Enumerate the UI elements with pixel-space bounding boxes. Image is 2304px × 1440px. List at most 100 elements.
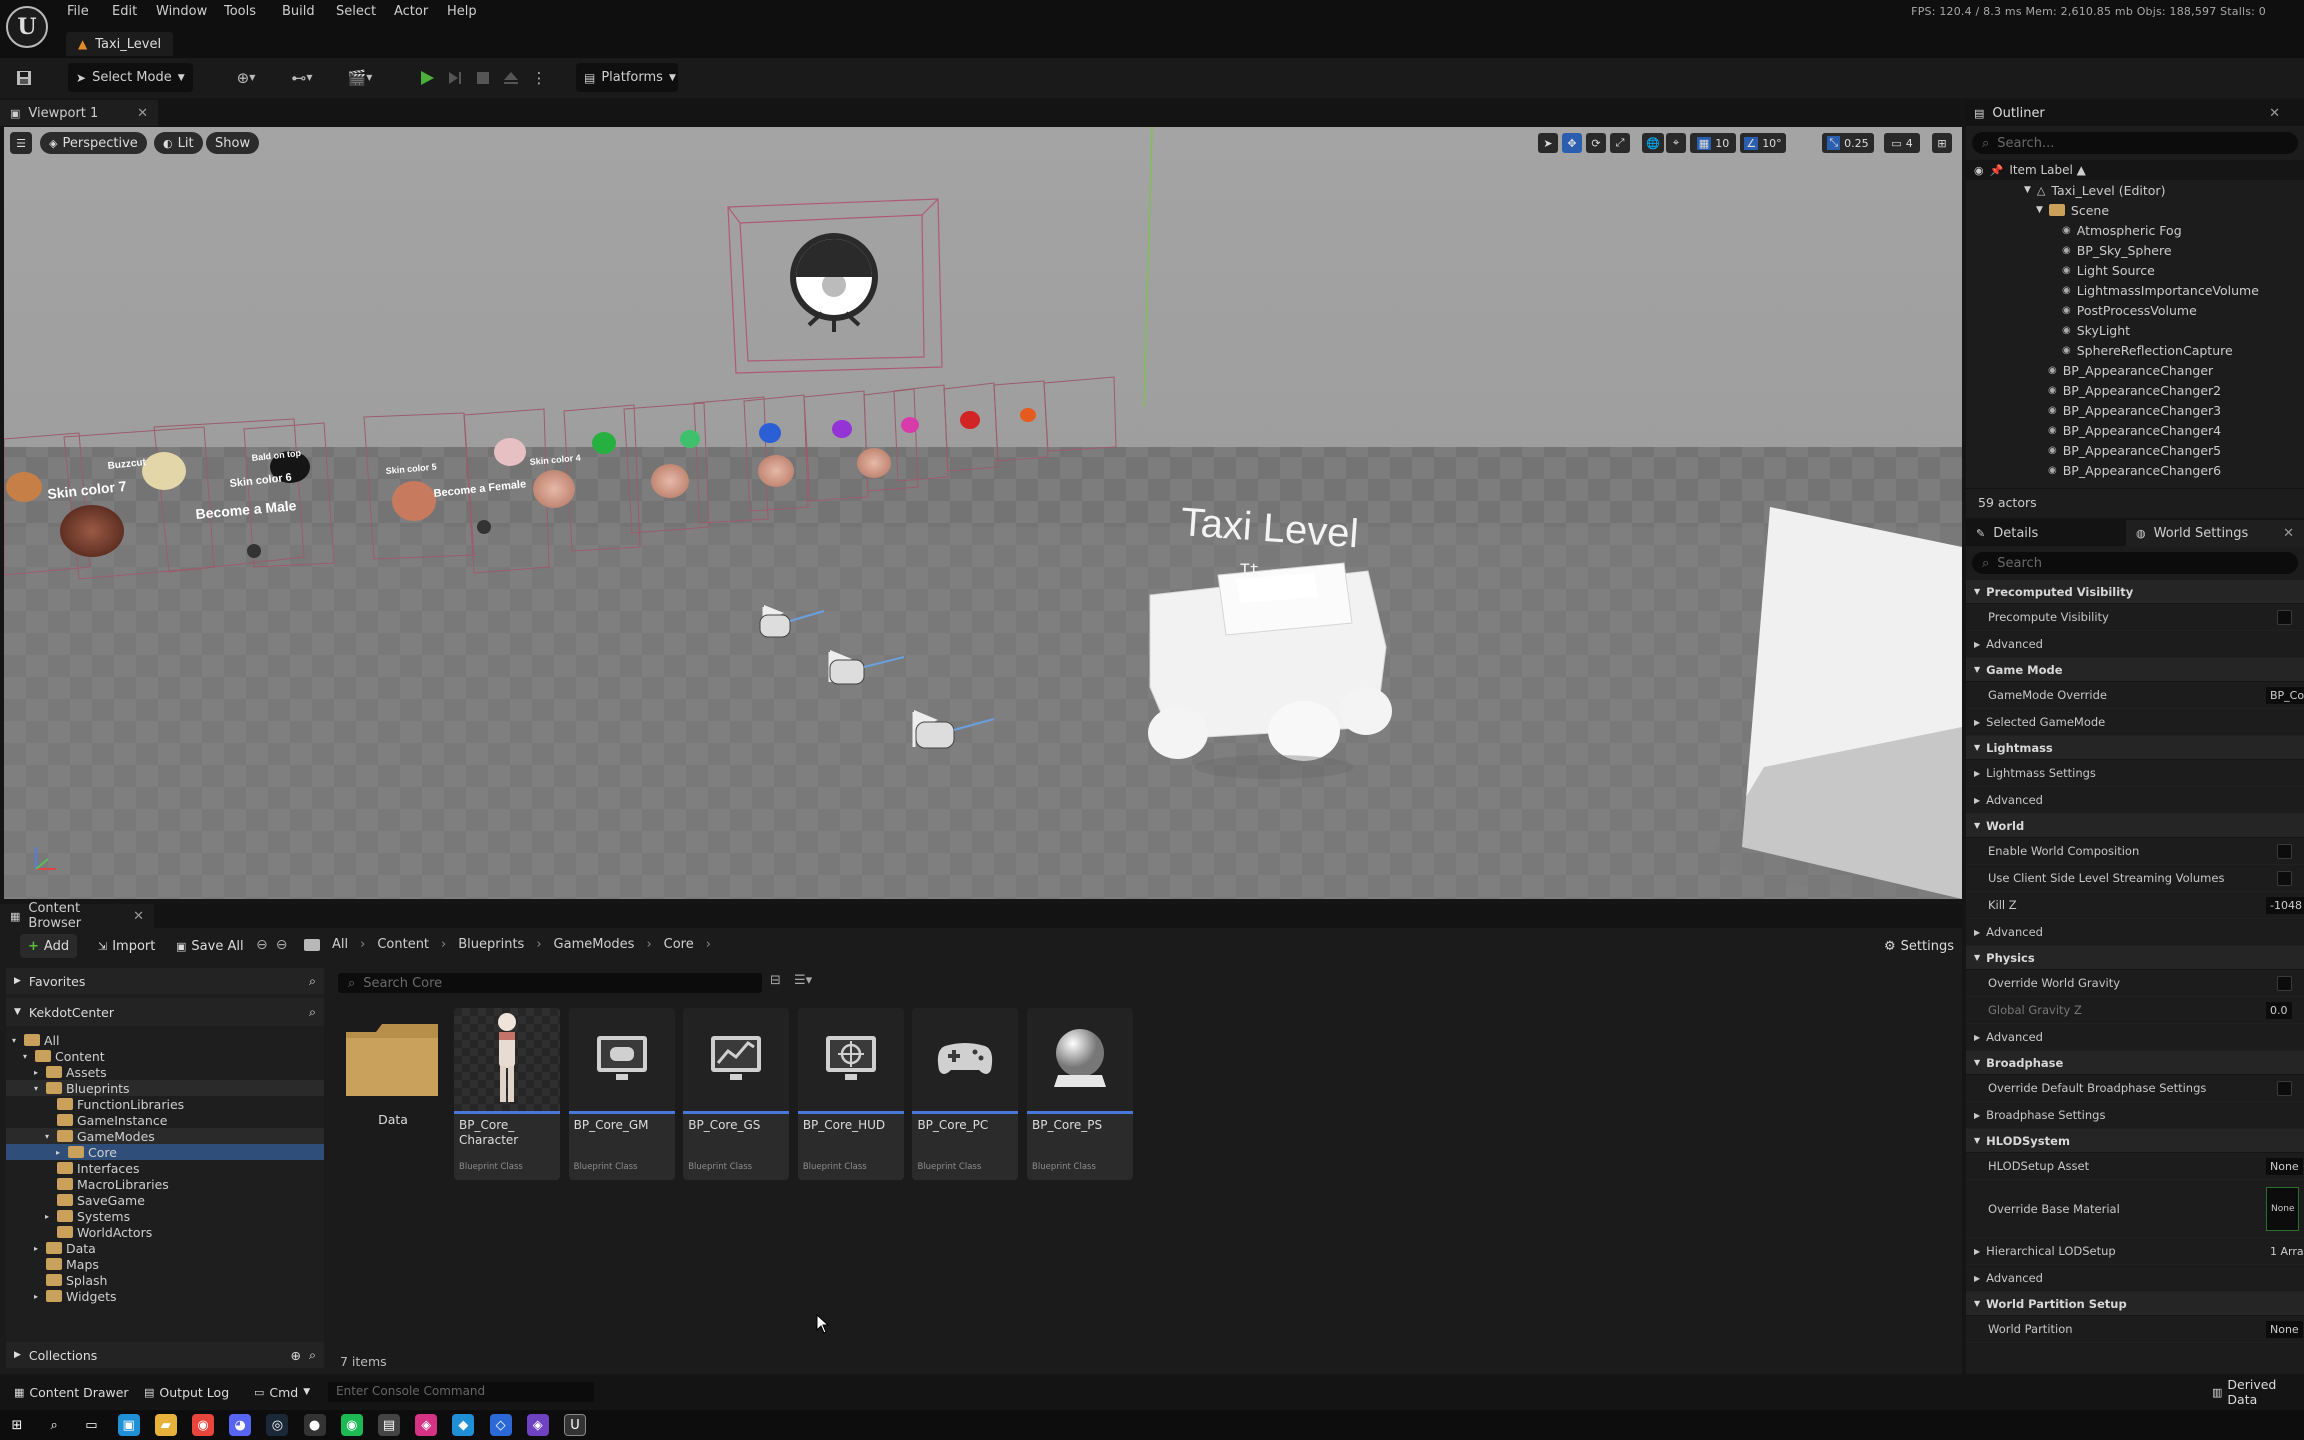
github-icon[interactable]: ●: [303, 1414, 326, 1436]
close-icon[interactable]: ✕: [2283, 526, 2294, 541]
breadcrumb-item[interactable]: Core: [664, 937, 694, 952]
save-all-button[interactable]: ▣ Save All: [168, 934, 252, 958]
scale-snap-button[interactable]: ⤡ 0.25: [1822, 133, 1874, 153]
search-icon[interactable]: ⌕: [43, 1414, 65, 1436]
content-drawer-button[interactable]: ▦ Content Drawer: [6, 1380, 137, 1404]
app-icon-4[interactable]: ◇: [489, 1414, 512, 1436]
property-value[interactable]: -1048: [2266, 896, 2304, 914]
menu-build[interactable]: Build: [282, 4, 315, 19]
property-value[interactable]: BP_Co: [2266, 686, 2304, 704]
steam-icon[interactable]: ◎: [266, 1414, 289, 1436]
folder-tree-item[interactable]: ▾ Content: [6, 1048, 324, 1064]
camera-speed-button[interactable]: ▭ 4: [1884, 133, 1920, 153]
menu-file[interactable]: File: [67, 4, 89, 19]
spotify-icon[interactable]: ◉: [340, 1414, 363, 1436]
property-category[interactable]: ▼ Broadphase: [1966, 1051, 2304, 1075]
property-checkbox[interactable]: [2277, 1080, 2292, 1096]
folder-tree-item[interactable]: Splash: [6, 1272, 324, 1288]
select-mode-dropdown[interactable]: ➤ Select Mode ▼: [68, 63, 193, 92]
task-view-icon[interactable]: ▭: [80, 1414, 102, 1436]
viewport-tab[interactable]: ▣ Viewport 1 ✕: [0, 100, 158, 126]
add-collection-icon[interactable]: ⊕: [291, 1348, 301, 1363]
asset-search-input[interactable]: ⌕ Search Core: [338, 973, 762, 993]
settings-button[interactable]: ⚙ Settings: [1876, 934, 1962, 958]
folder-tree-item[interactable]: GameInstance: [6, 1112, 324, 1128]
terminal-icon[interactable]: ▤: [378, 1414, 400, 1436]
asset-tile[interactable]: BP_Core_PS Blueprint Class: [1027, 1008, 1134, 1180]
blueprint-icon[interactable]: ⊷ ▼: [282, 63, 322, 92]
folder-tree-item[interactable]: ▾ All: [6, 1032, 324, 1048]
content-browser-tab[interactable]: ▦ Content Browser ✕: [0, 901, 154, 931]
property-group[interactable]: ▶ Advanced: [1966, 1265, 2304, 1292]
search-icon[interactable]: ⌕: [309, 973, 316, 989]
details-tab[interactable]: ✎ Details: [1966, 520, 2126, 546]
folder-tile-data[interactable]: Data: [340, 1008, 446, 1168]
property-category[interactable]: ▼ Precomputed Visibility: [1966, 580, 2304, 604]
property-value[interactable]: None: [2266, 1320, 2303, 1338]
folder-tree-item[interactable]: ▾ GameModes: [6, 1128, 324, 1144]
folder-tree-item[interactable]: Interfaces: [6, 1160, 324, 1176]
property-group[interactable]: ▶ Advanced: [1966, 631, 2304, 658]
derived-data-button[interactable]: ▥ Derived Data: [2204, 1377, 2304, 1407]
outliner-row[interactable]: ◉ PostProcessVolume: [2062, 300, 2304, 320]
breadcrumb-item[interactable]: Blueprints: [458, 937, 524, 952]
folder-tree-item[interactable]: FunctionLibraries: [6, 1096, 324, 1112]
menu-actor[interactable]: Actor: [394, 4, 428, 19]
property-checkbox[interactable]: [2277, 975, 2292, 991]
windows-start-icon[interactable]: ⊞: [6, 1414, 28, 1436]
asset-tile[interactable]: BP_Core_GS Blueprint Class: [683, 1008, 790, 1180]
output-log-button[interactable]: ▤ Output Log: [136, 1380, 237, 1404]
project-header[interactable]: ▼ KekdotCenter ⌕: [6, 998, 324, 1026]
unreal-icon[interactable]: U: [564, 1414, 586, 1436]
outliner-row[interactable]: ◉ BP_AppearanceChanger2: [2048, 380, 2304, 400]
property-group[interactable]: ▶ Broadphase Settings: [1966, 1102, 2304, 1129]
folder-tree-item[interactable]: ▸ Core: [6, 1144, 324, 1160]
search-icon[interactable]: ⌕: [309, 1004, 316, 1020]
back-icon[interactable]: ⊖: [256, 937, 268, 953]
outliner-row[interactable]: ◉ BP_AppearanceChanger5: [2048, 440, 2304, 460]
outliner-row[interactable]: ◉ SphereReflectionCapture: [2062, 340, 2304, 360]
menu-edit[interactable]: Edit: [112, 4, 137, 19]
property-group[interactable]: ▶ Advanced: [1966, 1024, 2304, 1051]
outliner-row[interactable]: ◉ BP_AppearanceChanger6: [2048, 460, 2304, 480]
menu-select[interactable]: Select: [336, 4, 376, 19]
menu-window[interactable]: Window: [156, 4, 207, 19]
app-icon-2[interactable]: ◈: [415, 1414, 438, 1436]
level-viewport[interactable]: Skin color 7 Become a Male Skin color 6 …: [4, 127, 1962, 899]
property-category[interactable]: ▼ Physics: [1966, 946, 2304, 970]
collections-header[interactable]: ▶ Collections ⊕ ⌕: [6, 1342, 324, 1368]
add-actor-icon[interactable]: ⊕ ▼: [226, 63, 266, 92]
outliner-column-header[interactable]: ◉ 📌 Item Label ▲: [1966, 160, 2304, 180]
save-search-icon[interactable]: ⊟: [770, 973, 781, 988]
play-options-icon[interactable]: ⋮: [525, 63, 553, 92]
property-category[interactable]: ▼ World: [1966, 814, 2304, 838]
filter-icon[interactable]: ☰▾: [794, 973, 812, 988]
grid-snap-button[interactable]: ▦ 10: [1690, 133, 1736, 153]
unreal-logo-icon[interactable]: U: [6, 6, 48, 48]
outliner-row[interactable]: ◉ LightmassImportanceVolume: [2062, 280, 2304, 300]
show-button[interactable]: Show: [206, 132, 260, 154]
folder-tree-item[interactable]: ▸ Systems: [6, 1208, 324, 1224]
outliner-search-input[interactable]: ⌕ Search...: [1972, 132, 2298, 154]
property-category[interactable]: ▼ Game Mode: [1966, 658, 2304, 682]
outliner-row[interactable]: ◉ BP_Sky_Sphere: [2062, 240, 2304, 260]
perspective-button[interactable]: ◈ Perspective: [40, 132, 147, 154]
save-icon[interactable]: [10, 63, 38, 92]
property-value[interactable]: None: [2266, 1186, 2300, 1231]
translate-tool-icon[interactable]: ✥: [1562, 133, 1582, 153]
search-icon[interactable]: ⌕: [309, 1347, 316, 1363]
outliner-row[interactable]: ◉ Light Source: [2062, 260, 2304, 280]
console-command-input[interactable]: Enter Console Command: [328, 1382, 594, 1402]
outliner-tab[interactable]: ▤ Outliner ✕: [1966, 100, 2304, 126]
discord-icon[interactable]: ◕: [229, 1414, 252, 1436]
file-explorer-icon[interactable]: ▰: [154, 1414, 177, 1436]
forward-icon[interactable]: ⊖: [276, 937, 288, 953]
cmd-dropdown[interactable]: ▭ Cmd ▼: [246, 1380, 318, 1404]
select-tool-icon[interactable]: ➤: [1538, 133, 1558, 153]
outliner-row[interactable]: ◉ BP_AppearanceChanger: [2048, 360, 2304, 380]
rotation-snap-button[interactable]: ∠ 10°: [1740, 133, 1786, 153]
asset-tile[interactable]: BP_Core_PC Blueprint Class: [912, 1008, 1019, 1180]
property-group[interactable]: ▶ Advanced: [1966, 787, 2304, 814]
breadcrumb-item[interactable]: All: [332, 937, 348, 952]
property-checkbox[interactable]: [2277, 870, 2292, 886]
